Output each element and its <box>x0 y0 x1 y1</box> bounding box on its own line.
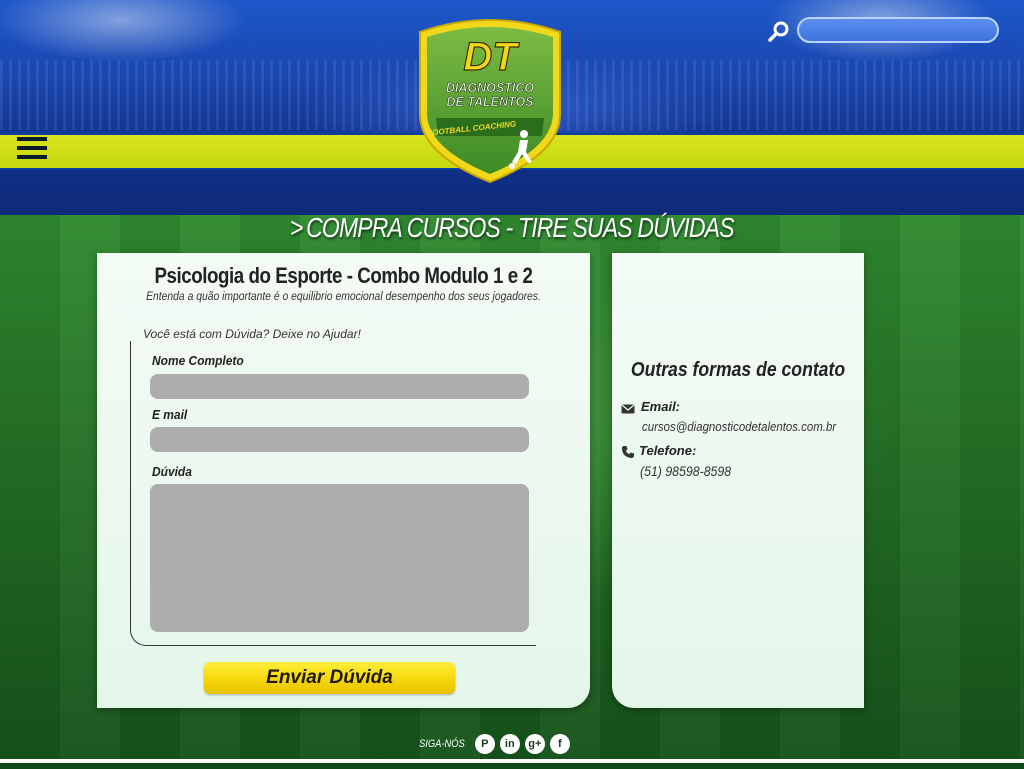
pinterest-icon[interactable]: P <box>474 734 495 754</box>
google-plus-icon[interactable]: g+ <box>524 734 545 754</box>
question-field-label: Dúvida <box>152 464 192 479</box>
form-note: Você está com Dúvida? Deixe no Ajudar! <box>143 327 361 341</box>
email-contact-value[interactable]: cursos@diagnosticodetalentos.com.br <box>642 419 836 434</box>
logo-initials: DT <box>463 35 520 79</box>
email-field-label: E mail <box>152 407 188 422</box>
logo-name-line2: DE TALENTOS <box>446 95 534 109</box>
linkedin-icon[interactable]: in <box>499 734 520 754</box>
phone-contact-value[interactable]: (51) 98598-8598 <box>640 463 731 479</box>
question-form-card: Psicologia do Esporte - Combo Modulo 1 e… <box>97 253 590 708</box>
email-contact-label: Email: <box>641 399 681 414</box>
contact-card: Outras formas de contato Email: cursos@d… <box>612 253 864 708</box>
contact-title: Outras formas de contato <box>630 359 846 381</box>
name-field-label: Nome Completo <box>152 353 244 368</box>
logo-name-line1: DIAGNOSTICO <box>446 81 534 95</box>
chevron-right-icon: > <box>290 212 303 243</box>
search-input[interactable] <box>797 17 999 43</box>
phone-icon <box>622 446 634 458</box>
envelope-icon <box>621 404 635 414</box>
question-textarea[interactable] <box>150 484 529 632</box>
page-title: > COMPRA CURSOS - TIRE SUAS DÚVIDAS <box>92 212 932 244</box>
follow-label: SIGA-NÓS <box>419 738 465 750</box>
send-question-button[interactable]: Enviar Dúvida <box>204 662 455 694</box>
page-title-text: COMPRA CURSOS - TIRE SUAS DÚVIDAS <box>306 212 734 243</box>
email-input[interactable] <box>150 427 529 452</box>
facebook-icon[interactable]: f <box>549 734 570 754</box>
footer-strip <box>0 763 1024 769</box>
hamburger-menu-icon[interactable] <box>17 137 47 163</box>
phone-contact-label: Telefone: <box>639 443 697 458</box>
search-icon[interactable] <box>767 19 791 43</box>
course-subtitle: Entenda a quão importante é o equilibrio… <box>146 291 541 303</box>
social-follow: SIGA-NÓS P in g+ f <box>415 734 575 754</box>
dt-logo: DT DIAGNOSTICO DE TALENTOS FOOTBALL COAC… <box>419 19 561 184</box>
course-title: Psicologia do Esporte - Combo Modulo 1 e… <box>154 263 533 288</box>
name-input[interactable] <box>150 374 529 399</box>
